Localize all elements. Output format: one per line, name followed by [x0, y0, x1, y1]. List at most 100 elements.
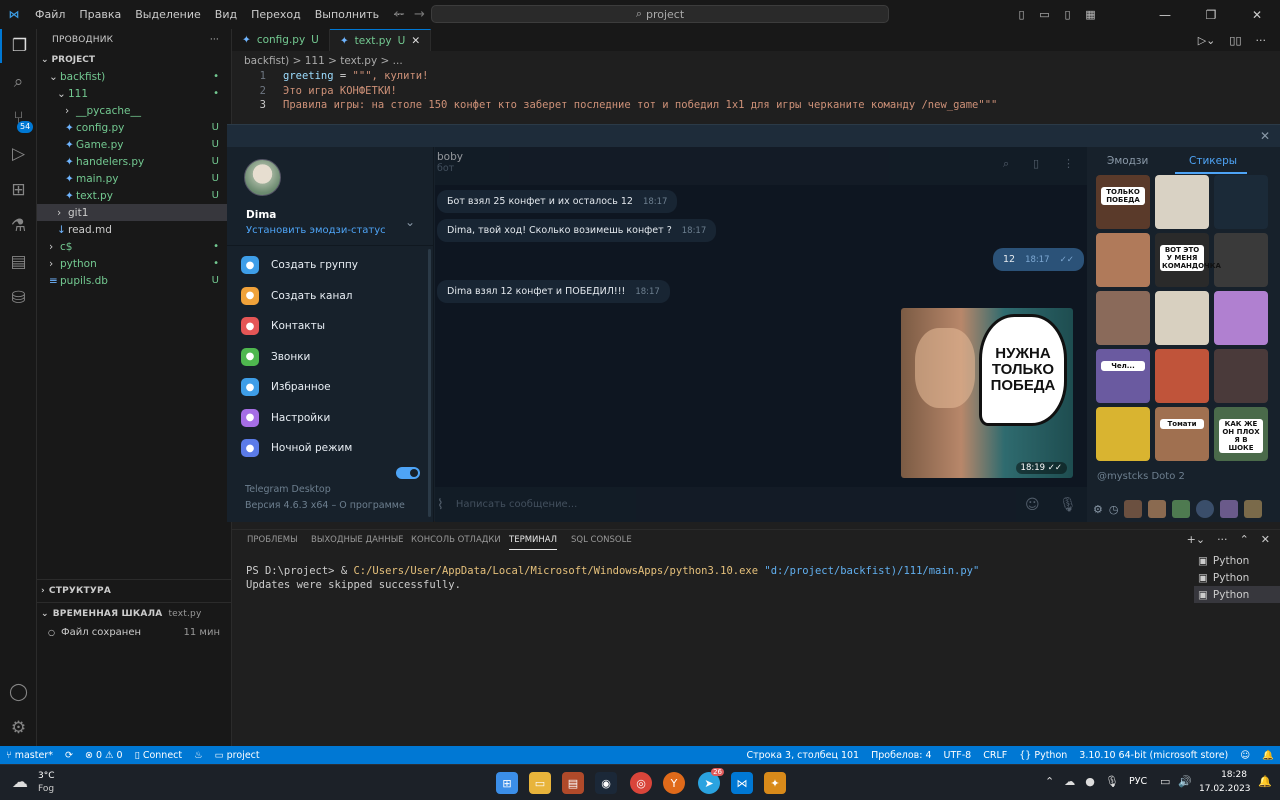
message-input[interactable]: Написать сообщение...: [456, 499, 577, 510]
menu-file[interactable]: Файл: [28, 8, 72, 21]
forward-arrow-icon[interactable]: →: [414, 7, 425, 22]
tree-item[interactable]: ✦ handelers.py U: [37, 153, 231, 170]
close-icon[interactable]: ✕: [1234, 8, 1280, 22]
menu-run[interactable]: Выполнить: [308, 8, 386, 21]
menu-item-moon[interactable]: ● Ночной режим: [241, 437, 352, 459]
problems-status[interactable]: ⊗ 0 ⚠ 0: [79, 750, 129, 761]
start-icon[interactable]: ⊞: [496, 772, 518, 794]
structure-section[interactable]: › СТРУКТУРА: [37, 580, 232, 602]
language-mode[interactable]: {} Python: [1013, 750, 1073, 761]
sticker-item[interactable]: [1096, 291, 1150, 345]
sticker-item[interactable]: [1155, 407, 1209, 461]
sticker-item[interactable]: [1155, 349, 1209, 403]
command-center-search[interactable]: ⌕ project: [431, 5, 889, 23]
csgo-icon[interactable]: ✦: [764, 772, 786, 794]
terminal-item[interactable]: ▣ Python: [1194, 569, 1280, 586]
sticker-pack-thumb[interactable]: [1244, 500, 1263, 518]
split-editor-icon[interactable]: ▯▯: [1229, 34, 1241, 47]
tree-item[interactable]: ✦ Game.py U: [37, 136, 231, 153]
panel-more-icon[interactable]: ···: [1217, 533, 1228, 546]
microphone-icon[interactable]: 🎙: [1105, 775, 1119, 788]
manage-gear-icon[interactable]: ⚙: [0, 711, 37, 745]
branch-status[interactable]: ⑂ master*: [0, 750, 59, 761]
tab-config-py[interactable]: ✦ config.py U: [232, 29, 330, 51]
maximize-panel-icon[interactable]: ⌃: [1240, 533, 1249, 546]
code-editor[interactable]: 1 greeting = """, кулити! 2 Это игра КОНФЕ…: [232, 70, 1280, 114]
editor-more-icon[interactable]: ···: [1256, 34, 1267, 47]
tab-stickers[interactable]: Стикеры: [1189, 155, 1237, 167]
menu-item-contacts[interactable]: ● Контакты: [241, 315, 325, 337]
search-activity-icon[interactable]: ⌕: [0, 65, 37, 99]
sticker-item[interactable]: [1214, 291, 1268, 345]
message-bubble-out[interactable]: 12 18:17 ✓✓: [993, 248, 1084, 271]
toggle-sidebar-icon[interactable]: ▯: [1010, 8, 1033, 21]
toggle-secondary-sidebar-icon[interactable]: ▯: [1056, 8, 1079, 21]
tab-text-py[interactable]: ✦ text.py U ✕: [329, 29, 432, 51]
menu-item-calls[interactable]: ● Звонки: [241, 346, 310, 368]
emoji-icon[interactable]: ☺: [1025, 497, 1040, 513]
flame-icon[interactable]: ♨: [188, 750, 209, 761]
extensions-icon[interactable]: ⊞: [0, 173, 37, 207]
cursor-position[interactable]: Строка 3, столбец 101: [740, 750, 865, 761]
microphone-icon[interactable]: 🎙: [1059, 497, 1077, 513]
message-bubble[interactable]: Бот взял 25 конфет и их осталось 12 18:17: [437, 190, 678, 213]
notebook-icon[interactable]: ▤: [0, 245, 37, 279]
menu-item-group[interactable]: ● Создать группу: [241, 254, 358, 276]
tree-item[interactable]: › c$ •: [37, 238, 231, 255]
sticker-message[interactable]: НУЖНА ТОЛЬКО ПОБЕДА 18:19 ✓✓: [901, 308, 1073, 478]
weather-cloud-icon[interactable]: ☁: [12, 772, 28, 791]
more-vertical-icon[interactable]: ⋮: [1063, 157, 1074, 170]
run-python-icon[interactable]: ▷⌄: [1198, 34, 1216, 47]
back-arrow-icon[interactable]: ←: [394, 7, 405, 22]
input-language[interactable]: РУС: [1129, 776, 1147, 787]
tab-emoji[interactable]: Эмодзи: [1107, 155, 1148, 167]
sticker-item[interactable]: [1155, 291, 1209, 345]
message-bubble[interactable]: Dima взял 12 конфет и ПОБЕДИЛ!!! 18:17: [437, 280, 670, 303]
menu-edit[interactable]: Правка: [72, 8, 128, 21]
tree-item[interactable]: ✦ config.py U: [37, 119, 231, 136]
sticker-pack-thumb[interactable]: [1172, 500, 1191, 518]
app-version[interactable]: Версия 4.6.3 x64 – О программе: [245, 500, 405, 511]
attach-icon[interactable]: ⌇: [437, 497, 444, 513]
menu-item-settings[interactable]: ● Настройки: [241, 407, 330, 429]
line-ending[interactable]: CRLF: [977, 750, 1013, 761]
tree-item[interactable]: ≡ pupils.db U: [37, 272, 231, 289]
telegram-icon[interactable]: ➤ 26: [698, 768, 724, 794]
tree-item[interactable]: ✦ main.py U: [37, 170, 231, 187]
gear-icon[interactable]: ⚙: [1093, 503, 1103, 516]
sticker-item[interactable]: [1214, 349, 1268, 403]
sticker-item[interactable]: [1096, 233, 1150, 287]
toggle-panel-icon[interactable]: ▭: [1033, 8, 1056, 21]
clock-date[interactable]: 17.02.2023: [1199, 784, 1251, 794]
tree-item[interactable]: ✦ text.py U: [37, 187, 231, 204]
clock-time[interactable]: 18:28: [1199, 770, 1247, 780]
network-icon[interactable]: ▭: [1160, 775, 1170, 788]
tree-item[interactable]: › python •: [37, 255, 231, 272]
sticker-pack-thumb[interactable]: [1220, 500, 1239, 518]
tray-app-icon[interactable]: ●: [1085, 775, 1095, 788]
more-actions-icon[interactable]: ···: [210, 35, 219, 45]
menu-go[interactable]: Переход: [244, 8, 308, 21]
recent-icon[interactable]: ◷: [1109, 503, 1119, 516]
terminal-item-active[interactable]: ▣ Python: [1194, 586, 1280, 603]
sticker-item[interactable]: [1096, 349, 1150, 403]
menu-view[interactable]: Вид: [208, 8, 244, 21]
sticker-pack-thumb[interactable]: [1148, 500, 1167, 518]
chevron-down-icon[interactable]: ⌄: [405, 215, 415, 229]
message-bubble[interactable]: Dima, твой ход! Сколько возимешь конфет …: [437, 219, 717, 242]
night-mode-toggle[interactable]: [396, 467, 420, 479]
tree-item[interactable]: ↓ read.md: [37, 221, 231, 238]
tree-item[interactable]: › __pycache__: [37, 102, 231, 119]
emoji-status-link[interactable]: Установить эмодзи-статус: [246, 225, 386, 236]
timeline-section[interactable]: ⌄ ВРЕМЕННАЯ ШКАЛА text.py: [37, 602, 232, 624]
breadcrumb[interactable]: backfist) > 111 > text.py > ...: [244, 55, 403, 67]
close-panel-icon[interactable]: ✕: [1261, 533, 1270, 546]
volume-icon[interactable]: 🔊: [1178, 775, 1192, 788]
tree-item[interactable]: › git1: [37, 204, 231, 221]
feedback-icon[interactable]: ☺: [1234, 750, 1256, 761]
layout-icon[interactable]: ▦: [1079, 8, 1102, 21]
tree-item[interactable]: ⌄ 111 •: [37, 85, 231, 102]
encoding[interactable]: UTF-8: [938, 750, 978, 761]
tree-item[interactable]: ⌄ backfist) •: [37, 68, 231, 85]
new-terminal-icon[interactable]: +⌄: [1187, 533, 1205, 546]
